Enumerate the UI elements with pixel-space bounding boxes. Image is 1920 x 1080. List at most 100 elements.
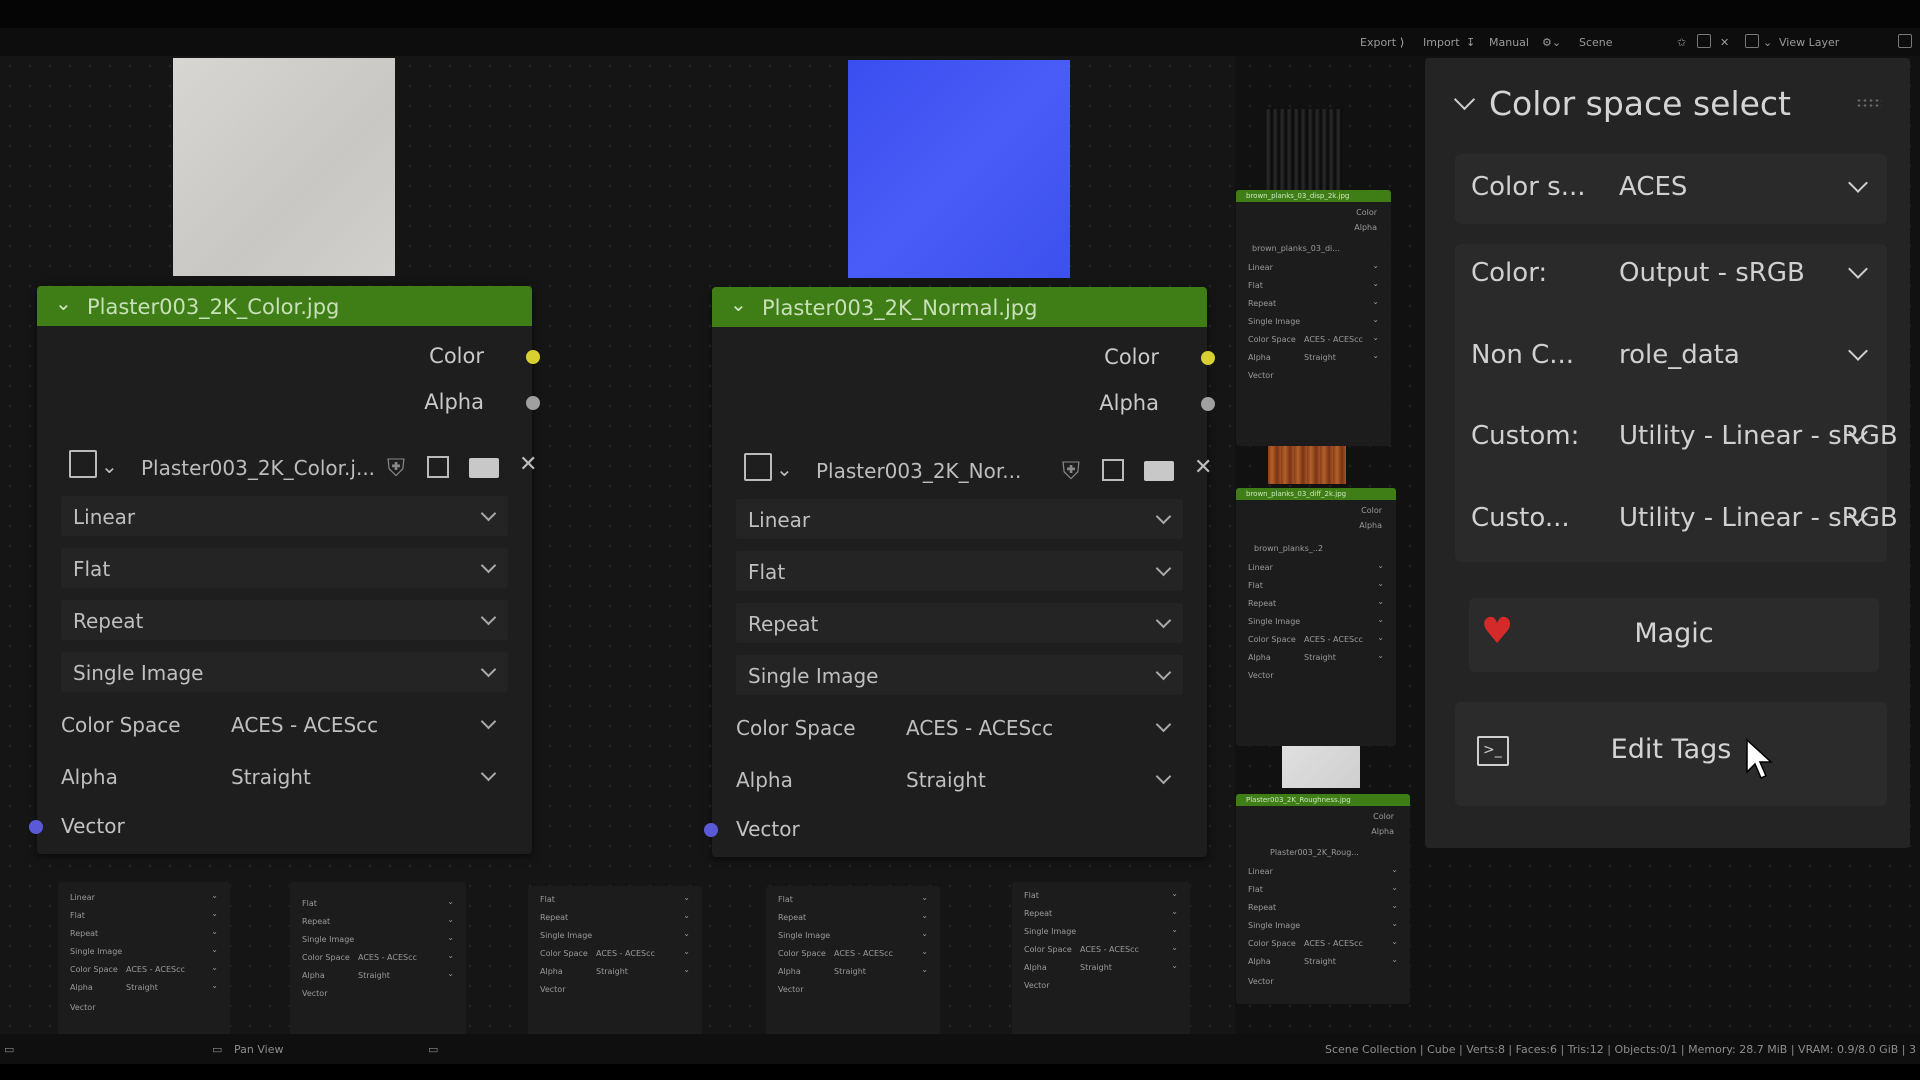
alpha-mode-row[interactable]: Alpha Straight ⌄ xyxy=(298,968,458,984)
image-name-field[interactable]: Plaster003_2K_Roug... xyxy=(1270,848,1359,857)
view-layer-icon[interactable] xyxy=(1745,34,1759,48)
color-space-row[interactable]: Color Space ACES - ACEScc ⌄ xyxy=(1020,942,1182,958)
color-dropdown[interactable]: Color: Output - sRGB xyxy=(1455,244,1887,304)
browse-chevron-icon[interactable]: ⌄ xyxy=(101,454,118,478)
magic-button[interactable]: ♥ Magic xyxy=(1469,598,1879,672)
source-dropdown[interactable]: Single Image xyxy=(61,652,508,692)
output-color-socket[interactable] xyxy=(1201,351,1215,365)
panel-collapse-chevron-icon[interactable] xyxy=(1453,88,1476,111)
source-dropdown[interactable]: Single Image ⌄ xyxy=(298,932,458,948)
image-texture-node-normal[interactable]: ⌄ Plaster003_2K_Normal.jpg Color Alpha ⌄… xyxy=(704,287,1215,857)
source-dropdown[interactable]: Single Image ⌄ xyxy=(1244,614,1388,630)
source-dropdown[interactable]: Single Image xyxy=(736,655,1183,695)
source-dropdown[interactable]: Single Image ⌄ xyxy=(774,928,932,944)
custom-dropdown-2[interactable]: Custo... Utility - Linear - sRGB xyxy=(1455,489,1898,549)
interpolation-dropdown[interactable]: Linear ⌄ xyxy=(1244,260,1383,276)
extension-dropdown[interactable]: Repeat ⌄ xyxy=(774,910,932,926)
non-color-dropdown[interactable]: Non C... role_data xyxy=(1455,326,1887,386)
interpolation-dropdown[interactable]: Linear ⌄ xyxy=(66,890,222,906)
image-name-field[interactable]: Plaster003_2K_Color.j... xyxy=(141,456,375,480)
alpha-mode-row[interactable]: Alpha Straight ⌄ xyxy=(1244,954,1402,970)
color-space-row[interactable]: Color Space ACES - ACEScc ⌄ xyxy=(66,962,222,978)
fake-user-shield-icon[interactable]: ⛨ xyxy=(387,454,413,482)
node-header[interactable]: ⌄ Plaster003_2K_Color.jpg xyxy=(37,286,532,326)
extension-dropdown[interactable]: Repeat xyxy=(736,603,1183,643)
output-color-socket[interactable] xyxy=(526,350,540,364)
export-menu[interactable]: Export xyxy=(1360,36,1396,49)
image-name-field[interactable]: Plaster003_2K_Nor... xyxy=(816,459,1021,483)
mini-node-planks-diff[interactable]: brown_planks_03_diff_2k.jpg Color Alpha … xyxy=(1236,488,1396,746)
color-space-row[interactable]: Color Space ACES - ACEScc ⌄ xyxy=(1244,936,1402,952)
browse-chevron-icon[interactable]: ⌄ xyxy=(776,457,793,481)
color-space-row[interactable]: Color Space ACES - ACEScc ⌄ xyxy=(536,946,694,962)
projection-dropdown[interactable]: Flat ⌄ xyxy=(1244,578,1388,594)
extension-dropdown[interactable]: Repeat xyxy=(61,600,508,640)
bottom-mini-node-5[interactable]: Flat ⌄ Repeat ⌄ Single Image ⌄ Color Space A… xyxy=(1012,882,1190,1052)
extension-dropdown[interactable]: Repeat ⌄ xyxy=(298,914,458,930)
projection-dropdown[interactable]: Flat xyxy=(61,548,508,588)
color-space-row[interactable]: Color Space ACES - ACEScc ⌄ xyxy=(1244,632,1388,648)
extension-dropdown[interactable]: Repeat ⌄ xyxy=(1020,906,1182,922)
alpha-mode-row[interactable]: Alpha Straight ⌄ xyxy=(774,964,932,980)
image-name-field[interactable]: brown_planks_... xyxy=(1254,544,1320,553)
input-vector-socket[interactable] xyxy=(29,820,43,834)
manual-menu[interactable]: Manual xyxy=(1489,36,1529,49)
view-layer-chevron-icon[interactable]: ⌄ xyxy=(1763,36,1772,49)
interpolation-dropdown[interactable]: Linear ⌄ xyxy=(1244,560,1388,576)
source-dropdown[interactable]: Single Image ⌄ xyxy=(1244,918,1402,934)
view-layer-selector[interactable]: View Layer xyxy=(1779,36,1839,49)
color-space-row[interactable]: Color Space ACES - ACEScc xyxy=(61,704,508,744)
projection-dropdown[interactable]: Flat ⌄ xyxy=(1020,888,1182,904)
close-scene-icon[interactable]: ✕ xyxy=(1720,36,1729,49)
alpha-mode-row[interactable]: Alpha Straight xyxy=(61,756,508,796)
extension-dropdown[interactable]: Repeat ⌄ xyxy=(1244,900,1402,916)
open-folder-icon[interactable] xyxy=(1144,461,1174,481)
source-dropdown[interactable]: Single Image ⌄ xyxy=(1244,314,1383,330)
input-vector-socket[interactable] xyxy=(704,823,718,837)
mini-node-plaster-roughness[interactable]: Plaster003_2K_Roughness.jpg Color Alpha … xyxy=(1236,794,1410,1004)
color-space-row[interactable]: Color Space ACES - ACEScc ⌄ xyxy=(298,950,458,966)
alpha-mode-row[interactable]: Alpha Straight ⌄ xyxy=(1244,650,1388,666)
collapse-chevron-icon[interactable]: ⌄ xyxy=(730,292,747,316)
color-space-row[interactable]: Color Space ACES - ACEScc ⌄ xyxy=(774,946,932,962)
extension-dropdown[interactable]: Repeat ⌄ xyxy=(1244,296,1383,312)
interpolation-dropdown[interactable]: Linear xyxy=(61,496,508,536)
unlink-close-icon[interactable]: ✕ xyxy=(1194,455,1220,481)
duplicate-image-icon[interactable] xyxy=(427,456,449,478)
image-browse-icon[interactable] xyxy=(744,453,772,481)
new-view-layer-icon[interactable] xyxy=(1898,34,1912,48)
pin-icon[interactable]: ✩ xyxy=(1677,36,1686,49)
node-header[interactable]: ⌄ Plaster003_2K_Normal.jpg xyxy=(712,287,1207,327)
image-texture-node-color[interactable]: ⌄ Plaster003_2K_Color.jpg Color Alpha ⌄ … xyxy=(29,286,540,854)
image-name-field[interactable]: brown_planks_03_di... xyxy=(1252,244,1340,253)
copy-scene-icon[interactable] xyxy=(1697,34,1711,48)
interpolation-dropdown[interactable]: Linear xyxy=(736,499,1183,539)
open-folder-icon[interactable] xyxy=(469,458,499,478)
output-alpha-socket[interactable] xyxy=(1201,397,1215,411)
scene-selector[interactable]: Scene xyxy=(1579,36,1613,49)
projection-dropdown[interactable]: Flat ⌄ xyxy=(1244,278,1383,294)
alpha-mode-row[interactable]: Alpha Straight ⌄ xyxy=(1244,350,1383,366)
import-menu[interactable]: Import xyxy=(1423,36,1460,49)
interpolation-dropdown[interactable]: Linear ⌄ xyxy=(1244,864,1402,880)
custom-dropdown-1[interactable]: Custom: Utility - Linear - sRGB xyxy=(1455,407,1898,467)
source-dropdown[interactable]: Single Image ⌄ xyxy=(66,944,222,960)
bottom-mini-node-3[interactable]: Flat ⌄ Repeat ⌄ Single Image ⌄ Color Space A… xyxy=(528,886,702,1058)
bottom-mini-node-4[interactable]: Flat ⌄ Repeat ⌄ Single Image ⌄ Color Space A… xyxy=(766,886,940,1058)
image-browse-icon[interactable] xyxy=(69,450,97,478)
source-dropdown[interactable]: Single Image ⌄ xyxy=(536,928,694,944)
extension-dropdown[interactable]: Repeat ⌄ xyxy=(536,910,694,926)
projection-dropdown[interactable]: Flat ⌄ xyxy=(298,896,458,912)
alpha-mode-row[interactable]: Alpha Straight ⌄ xyxy=(66,980,222,996)
drag-grip-icon[interactable] xyxy=(1856,98,1882,108)
projection-dropdown[interactable]: Flat ⌄ xyxy=(66,908,222,924)
projection-dropdown[interactable]: Flat ⌄ xyxy=(536,892,694,908)
collapse-chevron-icon[interactable]: ⌄ xyxy=(55,291,72,315)
color-space-row[interactable]: Color Space ACES - ACEScc ⌄ xyxy=(1244,332,1383,348)
alpha-mode-row[interactable]: Alpha Straight ⌄ xyxy=(1020,960,1182,976)
extension-dropdown[interactable]: Repeat ⌄ xyxy=(1244,596,1388,612)
projection-dropdown[interactable]: Flat ⌄ xyxy=(1244,882,1402,898)
color-system-dropdown[interactable]: Color s... ACES xyxy=(1455,158,1887,218)
projection-dropdown[interactable]: Flat ⌄ xyxy=(774,892,932,908)
fake-user-shield-icon[interactable]: ⛨ xyxy=(1062,457,1088,485)
